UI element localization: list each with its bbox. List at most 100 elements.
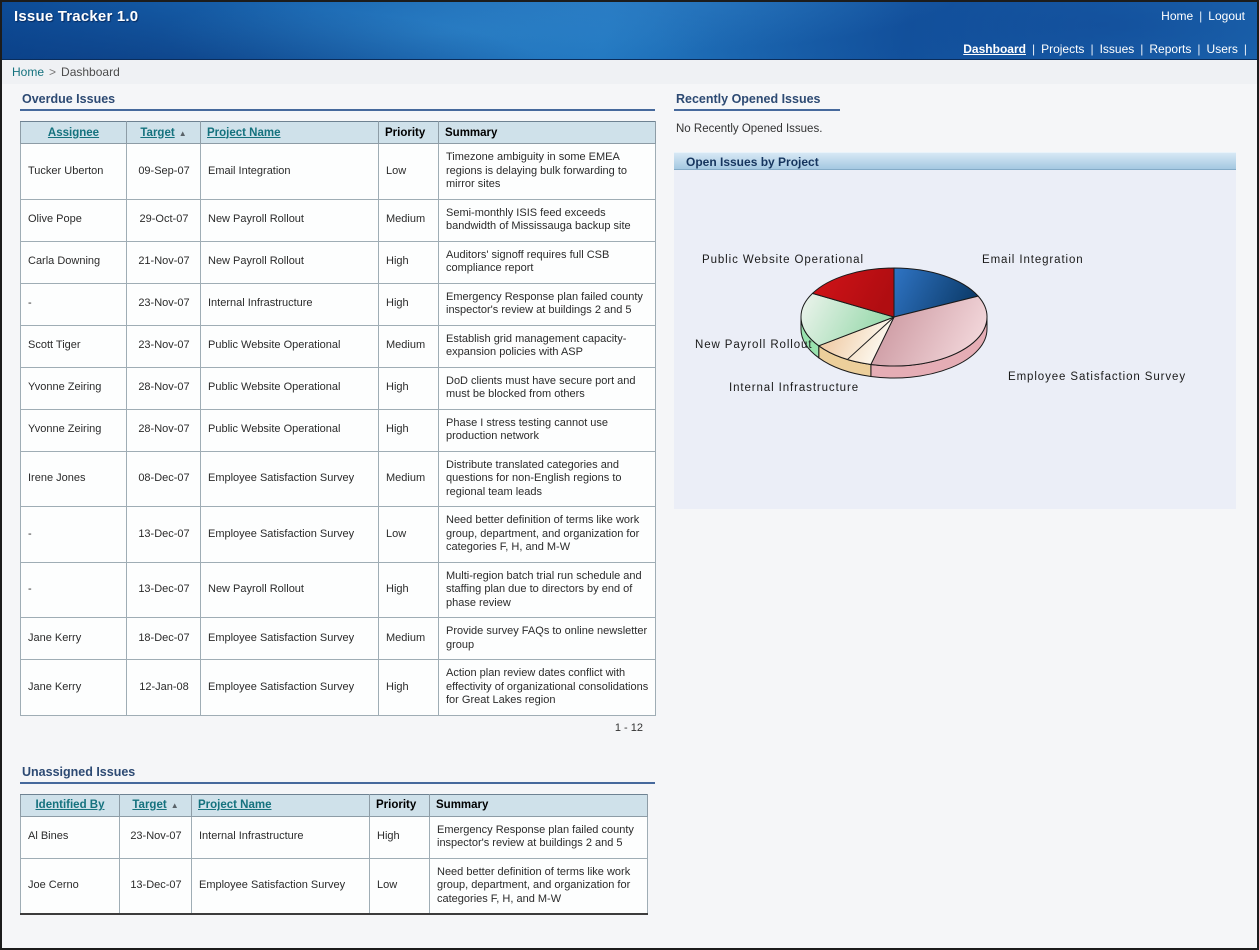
cell-assignee: - xyxy=(21,562,127,618)
column-header-priority: Priority xyxy=(370,794,430,816)
tab-bar: Dashboard|Projects|Issues|Reports|Users| xyxy=(961,42,1251,56)
cell-project-name: Internal Infrastructure xyxy=(192,816,370,858)
pie-label-employee-satisfaction-survey: Employee Satisfaction Survey xyxy=(1008,371,1186,383)
cell-summary: Need better definition of terms like wor… xyxy=(439,507,656,563)
cell-assignee: Yvonne Zeiring xyxy=(21,367,127,409)
cell-assignee: Carla Downing xyxy=(21,241,127,283)
cell-priority: Medium xyxy=(379,451,439,507)
cell-project-name: Employee Satisfaction Survey xyxy=(201,451,379,507)
cell-summary: Action plan review dates conflict with e… xyxy=(439,660,656,716)
unassigned-issues-table: Identified ByTarget▲Project NamePriority… xyxy=(20,794,648,916)
table-row: Tucker Uberton09-Sep-07Email Integration… xyxy=(21,144,656,200)
cell-identified-by: Joe Cerno xyxy=(21,858,120,914)
column-header-summary: Summary xyxy=(430,794,648,816)
cell-assignee: Irene Jones xyxy=(21,451,127,507)
cell-priority: Low xyxy=(370,858,430,914)
cell-priority: High xyxy=(379,409,439,451)
cell-priority: High xyxy=(379,660,439,716)
column-header-assignee[interactable]: Assignee xyxy=(21,122,127,144)
cell-summary: Distribute translated categories and que… xyxy=(439,451,656,507)
cell-priority: Low xyxy=(379,144,439,200)
cell-identified-by: Al Bines xyxy=(21,816,120,858)
table-row: -13-Dec-07New Payroll RolloutHighMulti-r… xyxy=(21,562,656,618)
topnav-link-home[interactable]: Home xyxy=(1161,9,1193,23)
cell-target: 28-Nov-07 xyxy=(127,367,201,409)
cell-target: 13-Dec-07 xyxy=(120,858,192,914)
pie-label-email-integration: Email Integration xyxy=(982,254,1084,266)
cell-target: 23-Nov-07 xyxy=(127,283,201,325)
topnav-link-logout[interactable]: Logout xyxy=(1208,9,1245,23)
tab-separator: | xyxy=(1032,42,1035,56)
cell-project-name: Employee Satisfaction Survey xyxy=(192,858,370,914)
column-header-project-name[interactable]: Project Name xyxy=(201,122,379,144)
cell-project-name: Employee Satisfaction Survey xyxy=(201,660,379,716)
recently-opened-title: Recently Opened Issues xyxy=(674,92,840,111)
table-row: Olive Pope29-Oct-07New Payroll RolloutMe… xyxy=(21,199,656,241)
tab-projects[interactable]: Projects xyxy=(1039,42,1086,56)
table-row: Jane Kerry12-Jan-08Employee Satisfaction… xyxy=(21,660,656,716)
table-row: Carla Downing21-Nov-07New Payroll Rollou… xyxy=(21,241,656,283)
table-row: Yvonne Zeiring28-Nov-07Public Website Op… xyxy=(21,367,656,409)
app-title: Issue Tracker 1.0 xyxy=(14,8,138,25)
cell-project-name: Employee Satisfaction Survey xyxy=(201,507,379,563)
column-header-target[interactable]: Target▲ xyxy=(120,794,192,816)
tab-separator: | xyxy=(1197,42,1200,56)
cell-summary: Need better definition of terms like wor… xyxy=(430,858,648,914)
column-header-target[interactable]: Target▲ xyxy=(127,122,201,144)
cell-summary: Phase I stress testing cannot use produc… xyxy=(439,409,656,451)
cell-assignee: - xyxy=(21,283,127,325)
cell-assignee: Jane Kerry xyxy=(21,660,127,716)
breadcrumb-home-link[interactable]: Home xyxy=(12,65,44,79)
recently-opened-empty-message: No Recently Opened Issues. xyxy=(676,123,1236,135)
cell-priority: Medium xyxy=(379,199,439,241)
tab-issues[interactable]: Issues xyxy=(1098,42,1137,56)
tab-dashboard[interactable]: Dashboard xyxy=(961,42,1028,56)
cell-summary: Timezone ambiguity in some EMEA regions … xyxy=(439,144,656,200)
cell-project-name: New Payroll Rollout xyxy=(201,562,379,618)
cell-priority: High xyxy=(379,367,439,409)
cell-project-name: New Payroll Rollout xyxy=(201,199,379,241)
tab-reports[interactable]: Reports xyxy=(1147,42,1193,56)
cell-assignee: - xyxy=(21,507,127,563)
table-row: Jane Kerry18-Dec-07Employee Satisfaction… xyxy=(21,618,656,660)
cell-assignee: Jane Kerry xyxy=(21,618,127,660)
cell-assignee: Yvonne Zeiring xyxy=(21,409,127,451)
chart-panel-title: Open Issues by Project xyxy=(674,152,1236,170)
right-column: Recently Opened Issues No Recently Opene… xyxy=(674,92,1236,509)
unassigned-issues-title: Unassigned Issues xyxy=(20,765,655,784)
tab-separator: | xyxy=(1244,42,1247,56)
cell-assignee: Scott Tiger xyxy=(21,325,127,367)
cell-project-name: Employee Satisfaction Survey xyxy=(201,618,379,660)
cell-assignee: Tucker Uberton xyxy=(21,144,127,200)
cell-summary: Provide survey FAQs to online newsletter… xyxy=(439,618,656,660)
tab-separator: | xyxy=(1140,42,1143,56)
cell-priority: High xyxy=(379,241,439,283)
pagination-label: 1 - 12 xyxy=(20,716,655,734)
breadcrumb: Home>Dashboard xyxy=(2,60,1257,84)
cell-project-name: Public Website Operational xyxy=(201,325,379,367)
tab-users[interactable]: Users xyxy=(1205,42,1240,56)
cell-summary: DoD clients must have secure port and mu… xyxy=(439,367,656,409)
table-row: -13-Dec-07Employee Satisfaction SurveyLo… xyxy=(21,507,656,563)
column-header-project-name[interactable]: Project Name xyxy=(192,794,370,816)
table-row: -23-Nov-07Internal InfrastructureHighEme… xyxy=(21,283,656,325)
cell-target: 13-Dec-07 xyxy=(127,562,201,618)
column-header-identified-by[interactable]: Identified By xyxy=(21,794,120,816)
pie-label-internal-infrastructure: Internal Infrastructure xyxy=(729,382,859,394)
overdue-issues-table: AssigneeTarget▲Project NamePrioritySumma… xyxy=(20,121,656,716)
cell-priority: High xyxy=(379,283,439,325)
cell-project-name: Public Website Operational xyxy=(201,409,379,451)
cell-priority: Medium xyxy=(379,325,439,367)
cell-summary: Establish grid management capacity-expan… xyxy=(439,325,656,367)
unassigned-issues-region: Unassigned Issues Identified ByTarget▲Pr… xyxy=(20,765,655,916)
cell-target: 12-Jan-08 xyxy=(127,660,201,716)
cell-priority: High xyxy=(370,816,430,858)
table-row: Joe Cerno13-Dec-07Employee Satisfaction … xyxy=(21,858,648,914)
pie-chart-svg: Public Website OperationalEmail Integrat… xyxy=(674,170,1236,509)
column-header-priority: Priority xyxy=(379,122,439,144)
cell-summary: Semi-monthly ISIS feed exceeds bandwidth… xyxy=(439,199,656,241)
breadcrumb-current: Dashboard xyxy=(61,65,120,79)
cell-target: 13-Dec-07 xyxy=(127,507,201,563)
cell-summary: Emergency Response plan failed county in… xyxy=(439,283,656,325)
column-header-summary: Summary xyxy=(439,122,656,144)
